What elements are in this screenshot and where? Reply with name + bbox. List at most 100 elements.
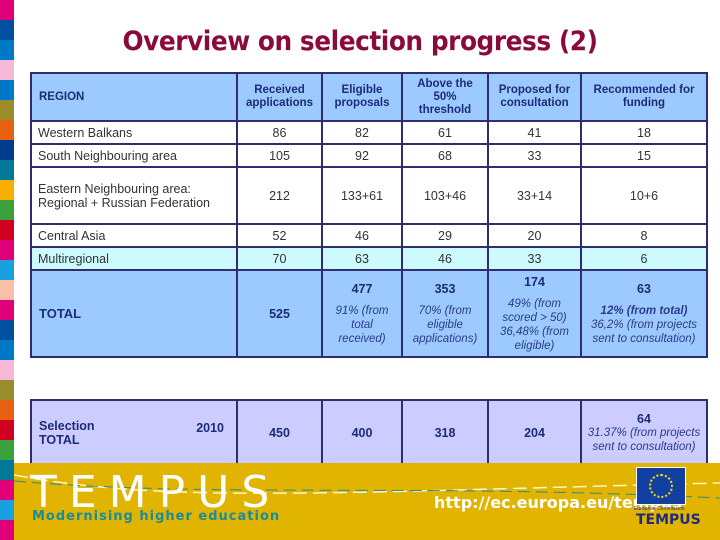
total-threshold-note: 70% (from eligible applications): [412, 304, 478, 345]
total-consultation: 174 49% (from scored > 50) 36,48% (from …: [487, 269, 582, 358]
selection-total-label: Selection TOTAL: [39, 419, 95, 447]
cell-received: 212: [236, 166, 323, 225]
cell-eligible: 63: [321, 246, 403, 271]
cell-eligible: 46: [321, 223, 403, 248]
color-strip-block: [0, 500, 14, 520]
tempus-tagline: Modernising higher education: [32, 509, 281, 524]
total-received: 525: [236, 269, 323, 358]
cell-threshold: 46: [401, 246, 489, 271]
table-row: South Neighbouring area 105 92 68 33 15: [30, 143, 708, 168]
selection-total-label-cell: Selection TOTAL 2010: [30, 399, 238, 467]
footer-banner: TEMPUS Modernising higher education http…: [14, 463, 720, 540]
eu-flag-icon: [636, 467, 686, 505]
table-row: Multiregional 70 63 46 33 6: [30, 246, 708, 271]
cell-consultation: 33: [487, 246, 582, 271]
color-strip-block: [0, 340, 14, 360]
color-strip-block: [0, 60, 14, 80]
color-strip-block: [0, 400, 14, 420]
color-strip-block: [0, 440, 14, 460]
total-consultation-value: 174: [524, 274, 545, 289]
cell-funding: 8: [580, 223, 708, 248]
header-funding: Recommended for funding: [580, 72, 708, 122]
total-threshold-value: 353: [434, 281, 456, 296]
eu-stars-icon: [649, 474, 673, 498]
table-header-row: REGION Received applications Eligible pr…: [30, 72, 708, 122]
region-name: Western Balkans: [30, 120, 238, 145]
total-consultation-note: 49% (from scored > 50) 36,48% (from elig…: [499, 297, 570, 352]
color-strip-block: [0, 240, 14, 260]
header-consultation: Proposed for consultation: [487, 72, 582, 122]
header-threshold: Above the 50% threshold: [401, 72, 489, 122]
cell-received: 86: [236, 120, 323, 145]
color-strip-block: [0, 40, 14, 60]
total-threshold: 353 70% (from eligible applications): [401, 269, 489, 358]
cell-threshold: 29: [401, 223, 489, 248]
cell-funding: 15: [580, 143, 708, 168]
color-strip-block: [0, 420, 14, 440]
total-eligible: 477 91% (from total received): [321, 269, 403, 358]
selection-received: 450: [236, 399, 323, 467]
total-funding: 63 12% (from total) 36,2% (from projects …: [580, 269, 708, 358]
selection-total-row: Selection TOTAL 2010 450 400 318 204 64 …: [30, 399, 708, 467]
cell-eligible: 82: [321, 120, 403, 145]
table-row: Western Balkans 86 82 61 41 18: [30, 120, 708, 145]
table-row: Central Asia 52 46 29 20 8: [30, 223, 708, 248]
selection-threshold: 318: [401, 399, 489, 467]
color-strip-block: [0, 480, 14, 500]
total-label: TOTAL: [30, 269, 238, 358]
ec-tempus-logo: TEMPUS: [636, 512, 701, 528]
table-row: Eastern Neighbouring area: Regional + Ru…: [30, 166, 708, 225]
color-strip-block: [0, 260, 14, 280]
total-eligible-value: 477: [351, 281, 373, 296]
total-funding-notes: 12% (from total) 36,2% (from projects sen…: [586, 304, 702, 346]
selection-year: 2010: [196, 421, 224, 435]
cell-consultation: 33: [487, 143, 582, 168]
cell-threshold: 68: [401, 143, 489, 168]
cell-funding: 10+6: [580, 166, 708, 225]
color-strip-block: [0, 460, 14, 480]
selection-consultation: 204: [487, 399, 582, 467]
color-strip-block: [0, 380, 14, 400]
total-funding-note: 36,2% (from projects sent to consultatio…: [590, 318, 698, 345]
header-eligible: Eligible proposals: [321, 72, 403, 122]
selection-progress-table: REGION Received applications Eligible pr…: [30, 72, 708, 358]
color-strip-block: [0, 20, 14, 40]
total-row: TOTAL 525 477 91% (from total received) …: [30, 269, 708, 358]
total-funding-note-bold: 12% (from total): [600, 304, 688, 317]
region-name: Eastern Neighbouring area: Regional + Ru…: [30, 166, 238, 225]
cell-consultation: 41: [487, 120, 582, 145]
cell-threshold: 61: [401, 120, 489, 145]
selection-funding: 64 31.37% (from projects sent to consult…: [580, 399, 708, 467]
color-strip-block: [0, 140, 14, 160]
color-strip-block: [0, 300, 14, 320]
color-strip-block: [0, 520, 14, 540]
color-strip-block: [0, 120, 14, 140]
color-strip-block: [0, 320, 14, 340]
region-name: Central Asia: [30, 223, 238, 248]
cell-threshold: 103+46: [401, 166, 489, 225]
color-strip-block: [0, 80, 14, 100]
selection-funding-note: 31.37% (from projects sent to consultati…: [587, 427, 701, 453]
cell-eligible: 133+61: [321, 166, 403, 225]
cell-received: 52: [236, 223, 323, 248]
color-strip-block: [0, 360, 14, 380]
cell-funding: 6: [580, 246, 708, 271]
color-strip-block: [0, 160, 14, 180]
color-strip-block: [0, 220, 14, 240]
selection-eligible: 400: [321, 399, 403, 467]
color-strip-block: [0, 0, 14, 20]
cell-funding: 18: [580, 120, 708, 145]
color-strip-block: [0, 180, 14, 200]
region-name: Multiregional: [30, 246, 238, 271]
color-strip: [0, 0, 14, 540]
cell-received: 70: [236, 246, 323, 271]
selection-total-table: Selection TOTAL 2010 450 400 318 204 64 …: [30, 399, 708, 467]
total-eligible-note: 91% (from total received): [335, 304, 389, 345]
region-name: South Neighbouring area: [30, 143, 238, 168]
total-funding-value: 63: [637, 281, 651, 296]
page-title: Overview on selection progress (2): [122, 26, 598, 57]
selection-funding-value: 64: [637, 412, 651, 426]
cell-received: 105: [236, 143, 323, 168]
color-strip-block: [0, 100, 14, 120]
cell-eligible: 92: [321, 143, 403, 168]
